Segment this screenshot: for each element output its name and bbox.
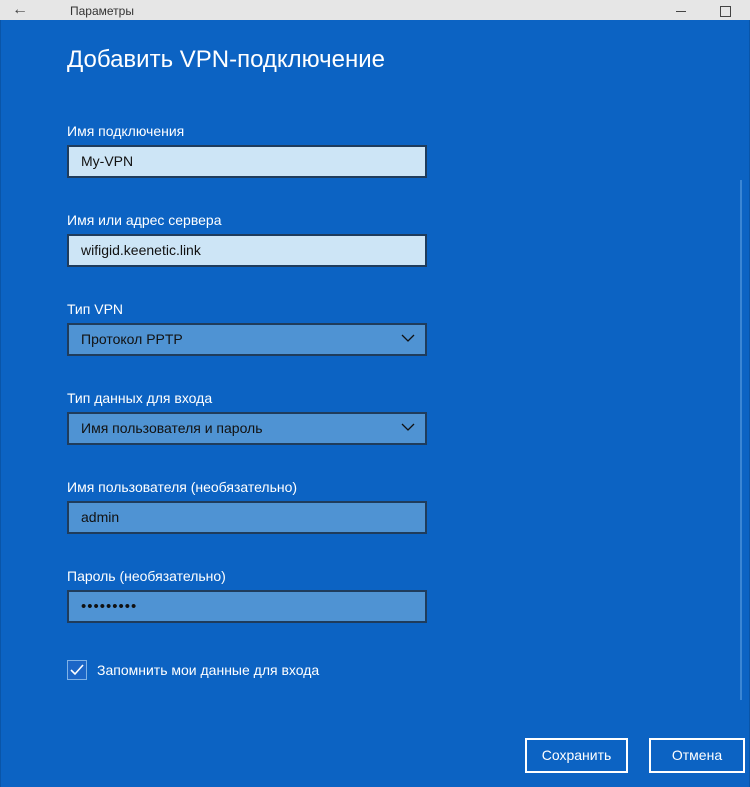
password-label: Пароль (необязательно)	[67, 568, 226, 584]
checkmark-icon	[70, 664, 84, 676]
save-button[interactable]: Сохранить	[525, 738, 628, 773]
chevron-down-icon	[401, 423, 415, 431]
minimize-icon[interactable]	[676, 11, 686, 12]
maximize-icon[interactable]	[720, 6, 731, 17]
connection-name-input[interactable]: My-VPN	[67, 145, 427, 178]
window-titlebar: ← Параметры	[0, 0, 750, 22]
server-address-label: Имя или адрес сервера	[67, 212, 222, 228]
signin-type-value: Имя пользователя и пароль	[81, 420, 263, 436]
vpn-type-value: Протокол PPTP	[81, 331, 183, 347]
server-address-input[interactable]: wifigid.keenetic.link	[67, 234, 427, 267]
signin-type-select[interactable]: Имя пользователя и пароль	[67, 412, 427, 445]
vpn-type-label: Тип VPN	[67, 301, 124, 317]
chevron-down-icon	[401, 334, 415, 342]
back-arrow-icon[interactable]: ←	[12, 1, 28, 19]
window-title: Параметры	[70, 4, 134, 18]
password-input[interactable]: •••••••••	[67, 590, 427, 623]
dialog-heading: Добавить VPN-подключение	[67, 46, 385, 73]
vpn-type-select[interactable]: Протокол PPTP	[67, 323, 427, 356]
remember-checkbox[interactable]	[67, 660, 87, 680]
connection-name-label: Имя подключения	[67, 123, 185, 139]
remember-label[interactable]: Запомнить мои данные для входа	[97, 662, 319, 678]
username-input[interactable]: admin	[67, 501, 427, 534]
add-vpn-dialog: Добавить VPN-подключение Имя подключения…	[0, 20, 750, 787]
signin-type-label: Тип данных для входа	[67, 390, 213, 406]
cancel-button[interactable]: Отмена	[649, 738, 745, 773]
username-label: Имя пользователя (необязательно)	[67, 479, 298, 495]
scrollbar[interactable]	[740, 180, 742, 700]
